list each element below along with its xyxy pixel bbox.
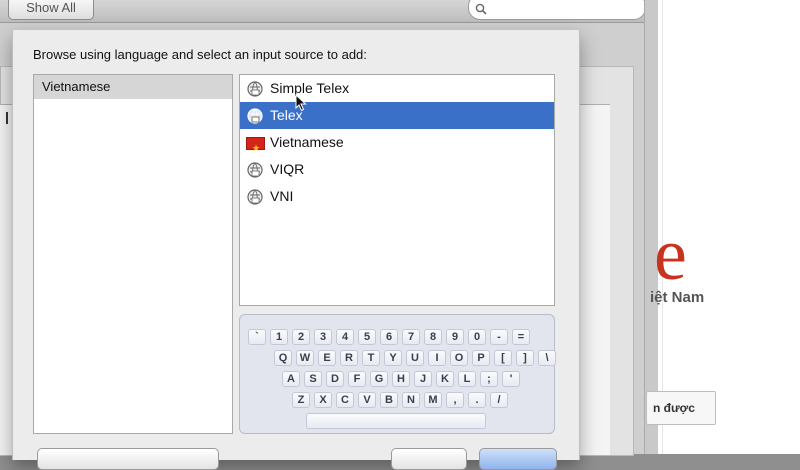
- keyboard-key: -: [490, 329, 508, 345]
- input-source-icon: [247, 81, 263, 97]
- keyboard-key: 6: [380, 329, 398, 345]
- input-source-icon: [247, 189, 263, 205]
- keyboard-key: F: [348, 371, 366, 387]
- web-page-button[interactable]: n được: [646, 391, 716, 425]
- input-source-item-simple-telex[interactable]: Simple Telex: [240, 75, 554, 102]
- keyboard-key: A: [282, 371, 300, 387]
- keyboard-key: E: [318, 350, 336, 366]
- keyboard-key: Z: [292, 392, 310, 408]
- show-all-button[interactable]: Show All: [8, 0, 94, 20]
- input-source-item-vni[interactable]: VNI: [240, 183, 554, 210]
- keyboard-key: 4: [336, 329, 354, 345]
- input-source-item-viqr[interactable]: VIQR: [240, 156, 554, 183]
- cancel-button[interactable]: [391, 448, 467, 470]
- keyboard-key: 5: [358, 329, 376, 345]
- search-input[interactable]: [468, 0, 646, 20]
- keyboard-row: Z X C V B N M,. /: [292, 392, 508, 408]
- sheet-button[interactable]: [37, 448, 219, 470]
- keyboard-key: \: [538, 350, 556, 366]
- window-toolbar: Show All: [0, 0, 660, 23]
- keyboard-key: M: [424, 392, 442, 408]
- keyboard-key: O: [450, 350, 468, 366]
- language-item[interactable]: Vietnamese: [34, 75, 232, 99]
- keyboard-key: 7: [402, 329, 420, 345]
- keyboard-key: /: [490, 392, 508, 408]
- keyboard-key: R: [340, 350, 358, 366]
- language-list[interactable]: Vietnamese: [33, 74, 233, 434]
- input-source-list[interactable]: Simple Telex Telex ★ Vietnamese VIQR VNI: [239, 74, 555, 306]
- search-icon: [475, 3, 487, 15]
- input-source-icon: [247, 108, 263, 124]
- keyboard-key: V: [358, 392, 376, 408]
- keyboard-key: B: [380, 392, 398, 408]
- keyboard-key: C: [336, 392, 354, 408]
- input-source-label: VNI: [270, 188, 294, 204]
- vietnam-flag-icon: ★: [246, 137, 265, 153]
- keyboard-key-space: [306, 413, 486, 429]
- keyboard-key: U: [406, 350, 424, 366]
- brand-logo-letter: e: [654, 214, 687, 296]
- keyboard-row: [306, 413, 486, 429]
- keyboard-row: Q W E R T Y U I O P[] \: [274, 350, 556, 366]
- web-page: e iệt Nam n được: [646, 0, 800, 454]
- keyboard-key: ;: [480, 371, 498, 387]
- keyboard-key: 0: [468, 329, 486, 345]
- add-button[interactable]: [479, 448, 557, 470]
- input-source-item-vietnamese[interactable]: ★ Vietnamese: [240, 129, 554, 156]
- keyboard-key: Q: [274, 350, 292, 366]
- keyboard-key: ,: [446, 392, 464, 408]
- keyboard-row: ` 1 2 3 4 5 6 7 8 9 0- =: [248, 329, 530, 345]
- keyboard-key: T: [362, 350, 380, 366]
- keyboard-key: 9: [446, 329, 464, 345]
- keyboard-key: 2: [292, 329, 310, 345]
- keyboard-key: =: [512, 329, 530, 345]
- add-input-source-sheet: Browse using language and select an inpu…: [12, 30, 580, 470]
- keyboard-key: [: [494, 350, 512, 366]
- keyboard-key: G: [370, 371, 388, 387]
- panel-marker: [6, 112, 8, 124]
- brand-text: iệt Nam: [650, 289, 705, 306]
- keyboard-key: ': [502, 371, 520, 387]
- keyboard-row: A S D F G H J K L; ': [282, 371, 520, 387]
- keyboard-key: K: [436, 371, 454, 387]
- input-source-item-telex[interactable]: Telex: [240, 102, 554, 129]
- keyboard-key: N: [402, 392, 420, 408]
- mouse-pointer-icon: [295, 94, 307, 112]
- keyboard-layout-preview: ` 1 2 3 4 5 6 7 8 9 0- = Q W E R T Y U I O P[] \ A S D F G H J K L; ' …: [239, 314, 556, 434]
- input-source-label: Simple Telex: [270, 80, 350, 96]
- keyboard-key: 8: [424, 329, 442, 345]
- keyboard-key: S: [304, 371, 322, 387]
- keyboard-key: H: [392, 371, 410, 387]
- keyboard-key: 1: [270, 329, 288, 345]
- keyboard-key: .: [468, 392, 486, 408]
- keyboard-key: ]: [516, 350, 534, 366]
- keyboard-key: D: [326, 371, 344, 387]
- keyboard-key: 3: [314, 329, 332, 345]
- keyboard-key: P: [472, 350, 490, 366]
- input-source-icon: [247, 162, 263, 178]
- keyboard-key: L: [458, 371, 476, 387]
- keyboard-key: Y: [384, 350, 402, 366]
- input-source-label: VIQR: [270, 161, 305, 177]
- keyboard-key: I: [428, 350, 446, 366]
- keyboard-key: X: [314, 392, 332, 408]
- keyboard-key: W: [296, 350, 314, 366]
- keyboard-key: `: [248, 329, 266, 345]
- keyboard-key: J: [414, 371, 432, 387]
- input-source-label: Vietnamese: [270, 134, 344, 150]
- dialog-prompt: Browse using language and select an inpu…: [33, 47, 367, 62]
